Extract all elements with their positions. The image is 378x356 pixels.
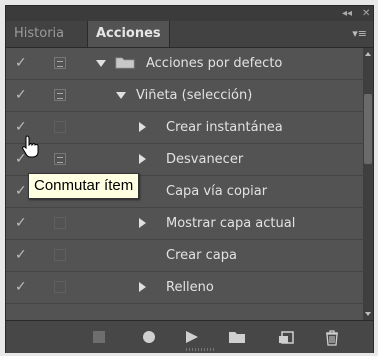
dialog-toggle-icon[interactable] <box>54 153 66 165</box>
chevron-down-icon[interactable] <box>116 92 126 99</box>
tooltip: Conmutar ítem <box>28 173 140 199</box>
vertical-scrollbar[interactable] <box>363 48 373 320</box>
list-item-step[interactable]: ✓ Mostrar capa actual <box>6 208 363 240</box>
chevron-right-icon[interactable] <box>139 154 146 164</box>
hand-cursor-icon <box>22 135 39 158</box>
list-item-label: Acciones por defecto <box>146 56 283 71</box>
toggle-item-check-icon[interactable]: ✓ <box>15 87 27 103</box>
panel-tabs: Historia Acciones ▾≡ <box>6 21 373 48</box>
list-item-step[interactable]: ✓ Crear instantánea <box>6 112 363 144</box>
dialog-toggle-icon[interactable] <box>54 281 66 293</box>
dialog-toggle-icon[interactable] <box>54 121 66 133</box>
list-item-action[interactable]: ✓ Viñeta (selección) <box>6 80 363 112</box>
toggle-item-check-icon[interactable]: ✓ <box>15 183 27 199</box>
panel-menu-icon[interactable]: ▾≡ <box>352 28 367 40</box>
dialog-toggle-icon[interactable] <box>54 249 66 261</box>
tab-historia[interactable]: Historia <box>6 21 72 47</box>
list-item-label: Relleno <box>166 280 214 295</box>
new-set-folder-icon[interactable] <box>228 330 246 344</box>
chevron-right-icon[interactable] <box>139 218 146 228</box>
collapse-panel-button[interactable]: ◂◂ <box>342 6 352 21</box>
panel-title-bar: ◂◂ ✕ <box>6 6 373 21</box>
folder-icon <box>115 57 135 69</box>
trash-icon[interactable] <box>324 330 340 346</box>
list-item-label: Capa vía copiar <box>166 184 268 199</box>
list-item-label: Viñeta (selección) <box>136 88 253 103</box>
list-item-label: Desvanecer <box>166 152 244 167</box>
toggle-item-check-icon[interactable]: ✓ <box>15 55 27 71</box>
play-icon[interactable] <box>184 330 200 344</box>
chevron-right-icon[interactable] <box>139 282 146 292</box>
tab-acciones[interactable]: Acciones <box>87 21 170 47</box>
new-action-icon[interactable] <box>278 330 294 344</box>
list-item-label: Crear capa <box>166 248 237 263</box>
toggle-item-check-icon[interactable]: ✓ <box>15 247 27 263</box>
dialog-toggle-icon[interactable] <box>54 57 66 69</box>
resize-grip[interactable] <box>186 348 216 351</box>
scroll-down-arrow-icon[interactable] <box>365 312 371 316</box>
scroll-up-arrow-icon[interactable] <box>365 52 371 56</box>
list-item-label: Crear instantánea <box>166 120 283 135</box>
list-item-action-set[interactable]: ✓ Acciones por defecto <box>6 48 363 80</box>
stop-icon[interactable] <box>92 330 106 344</box>
dialog-toggle-icon[interactable] <box>54 217 66 229</box>
toggle-item-check-icon[interactable]: ✓ <box>15 215 27 231</box>
list-item-step[interactable]: ✓ Desvanecer <box>6 144 363 176</box>
toggle-item-check-icon[interactable]: ✓ <box>15 279 27 295</box>
actions-toolbar <box>6 320 373 353</box>
list-item-step[interactable]: ✓ Relleno <box>6 272 363 304</box>
record-icon[interactable] <box>142 330 156 344</box>
chevron-right-icon[interactable] <box>139 122 146 132</box>
dialog-toggle-icon[interactable] <box>54 89 66 101</box>
list-item-label: Mostrar capa actual <box>166 216 296 231</box>
scrollbar-thumb[interactable] <box>364 94 372 164</box>
toggle-item-check-icon[interactable]: ✓ <box>15 119 27 135</box>
chevron-down-icon[interactable] <box>96 60 106 67</box>
list-item-step[interactable]: ✓ Crear capa <box>6 240 363 272</box>
close-panel-button[interactable]: ✕ <box>362 6 370 21</box>
